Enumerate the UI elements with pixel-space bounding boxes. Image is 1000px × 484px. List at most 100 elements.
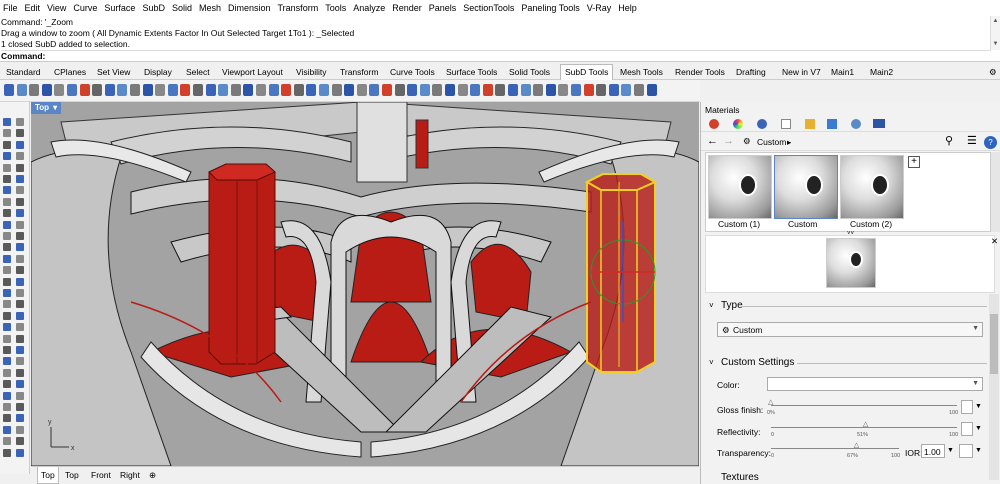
toolbar-tool-icon[interactable]	[508, 84, 518, 96]
left-tool-icon[interactable]	[16, 277, 24, 286]
environment-icon[interactable]	[733, 119, 743, 129]
left-tool-icon[interactable]	[16, 391, 24, 400]
left-tool-icon[interactable]	[16, 323, 24, 332]
type-dropdown[interactable]: ⚙ Custom ▼	[717, 322, 983, 337]
menu-panels[interactable]: Panels	[426, 0, 461, 16]
view-tab-right-3[interactable]: Right	[117, 467, 143, 483]
toolbar-tool-icon[interactable]	[319, 84, 329, 96]
toolbar-tool-icon[interactable]	[344, 84, 355, 96]
left-tool-icon[interactable]	[3, 368, 11, 377]
left-tool-icon[interactable]	[3, 266, 11, 275]
toolbar-tool-icon[interactable]	[16, 84, 27, 96]
toolbar-tool-icon[interactable]	[495, 84, 506, 96]
toolbar-tool-icon[interactable]	[218, 84, 229, 96]
left-tool-icon[interactable]	[16, 140, 24, 149]
left-tool-icon[interactable]	[16, 152, 24, 161]
left-tool-icon[interactable]	[3, 311, 11, 320]
menu-analyze[interactable]: Analyze	[350, 0, 389, 16]
viewport-label[interactable]: Top ▾	[31, 102, 62, 114]
edit-icon[interactable]	[781, 119, 791, 129]
tab-mesh-tools[interactable]: Mesh Tools	[620, 64, 663, 80]
chevron-down-icon[interactable]: ▼	[947, 447, 954, 454]
view-tab-top-0[interactable]: Top	[37, 467, 59, 484]
left-tool-icon[interactable]	[16, 414, 24, 423]
toolbar-tool-icon[interactable]	[571, 84, 581, 96]
menu-solid[interactable]: Solid	[169, 0, 196, 16]
tab-overflow-icon[interactable]: ⚙	[989, 64, 997, 80]
toolbar-tool-icon[interactable]	[457, 84, 468, 96]
tab-new-in-v7[interactable]: New in V7	[782, 64, 821, 80]
back-arrow-icon[interactable]: ←	[707, 135, 718, 147]
chevron-down-icon[interactable]: ▼	[975, 425, 982, 432]
left-tool-icon[interactable]	[16, 163, 24, 172]
left-tool-icon[interactable]	[16, 254, 24, 263]
tab-standard[interactable]: Standard	[6, 64, 41, 80]
toolbar-tool-icon[interactable]	[205, 84, 216, 96]
section-collapse-type-icon[interactable]: ˅	[709, 301, 714, 310]
left-tool-icon[interactable]	[16, 118, 24, 126]
toolbar-tool-icon[interactable]	[369, 84, 380, 96]
left-tool-icon[interactable]	[3, 152, 11, 161]
menu-icon[interactable]: ☰	[967, 134, 977, 147]
toolbar-tool-icon[interactable]	[104, 84, 115, 96]
gloss-input[interactable]	[961, 400, 973, 414]
view-tab-top-1[interactable]: Top	[62, 467, 82, 483]
tab-surface-tools[interactable]: Surface Tools	[446, 64, 497, 80]
menu-subd[interactable]: SubD	[139, 0, 169, 16]
left-tool-icon[interactable]	[3, 186, 11, 195]
left-tool-icon[interactable]	[3, 323, 11, 332]
gloss-slider[interactable]	[771, 405, 957, 406]
material-icon[interactable]	[709, 119, 719, 129]
left-tool-icon[interactable]	[3, 425, 11, 434]
toolbar-tool-icon[interactable]	[419, 84, 430, 96]
left-tool-icon[interactable]	[3, 357, 11, 366]
menu-mesh[interactable]: Mesh	[196, 0, 225, 16]
command-scrollbar[interactable]: ▲ ▼	[990, 16, 1000, 50]
section-collapse-custom-icon[interactable]: ˅	[709, 358, 714, 367]
menu-view[interactable]: View	[44, 0, 70, 16]
toolbar-tool-icon[interactable]	[394, 84, 405, 96]
toolbar-tool-icon[interactable]	[142, 84, 153, 96]
toolbar-tool-icon[interactable]	[193, 84, 203, 96]
swatch-custom-2[interactable]	[840, 155, 904, 219]
tab-visibility[interactable]: Visibility	[296, 64, 327, 80]
left-tool-icon[interactable]	[16, 403, 24, 411]
ior-extra-input[interactable]	[959, 444, 973, 458]
left-tool-icon[interactable]	[16, 380, 24, 389]
toolbar-tool-icon[interactable]	[533, 84, 544, 96]
left-tool-icon[interactable]	[3, 243, 11, 252]
toolbar-tool-icon[interactable]	[608, 84, 619, 96]
menu-paneling-tools[interactable]: Paneling Tools	[518, 0, 583, 16]
reflectivity-thumb[interactable]: △	[863, 420, 868, 428]
tab-main2[interactable]: Main2	[870, 64, 893, 80]
tab-subd-tools[interactable]: SubD Tools	[560, 64, 614, 80]
command-prompt[interactable]: Command:	[1, 50, 991, 62]
left-tool-icon[interactable]	[3, 232, 11, 240]
menu-sectiontools[interactable]: SectionTools	[460, 0, 518, 16]
scroll-down-icon[interactable]: ▼	[991, 39, 1000, 50]
menu-render[interactable]: Render	[389, 0, 426, 16]
left-tool-icon[interactable]	[3, 140, 11, 149]
toolbar-tool-icon[interactable]	[167, 84, 178, 96]
add-material-icon[interactable]: +	[908, 156, 920, 168]
left-tool-icon[interactable]	[16, 448, 24, 457]
toolbar-tool-icon[interactable]	[180, 84, 191, 96]
top-viewport[interactable]: y x	[31, 102, 699, 466]
tab-main1[interactable]: Main1	[831, 64, 854, 80]
toolbar-tool-icon[interactable]	[407, 84, 418, 96]
gloss-thumb[interactable]: △	[768, 398, 773, 406]
toolbar-tool-icon[interactable]	[382, 84, 392, 96]
left-tool-icon[interactable]	[16, 346, 24, 354]
left-tool-icon[interactable]	[3, 277, 11, 286]
transparency-thumb[interactable]: △	[854, 441, 859, 449]
transparency-slider[interactable]	[771, 448, 899, 449]
toolbar-tool-icon[interactable]	[596, 84, 607, 96]
left-tool-icon[interactable]	[3, 254, 11, 263]
left-tool-icon[interactable]	[16, 266, 24, 275]
toolbar-tool-icon[interactable]	[646, 84, 657, 96]
left-tool-icon[interactable]	[3, 209, 11, 218]
render-icon[interactable]	[851, 119, 861, 129]
texture-icon[interactable]	[757, 119, 767, 129]
left-tool-icon[interactable]	[16, 300, 24, 309]
left-tool-icon[interactable]	[16, 220, 24, 229]
